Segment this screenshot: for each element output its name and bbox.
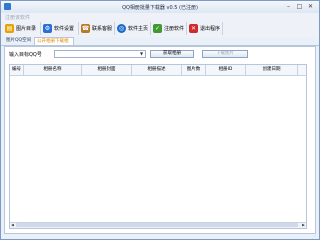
tab-strip: 图片QQ空间 公开相册下载相册 <box>1 37 319 52</box>
get-albums-button[interactable]: 获取相册 <box>150 50 194 58</box>
toolbar: ▤ 图片目录 ⚙ 软件设置 ☎ 联系客服 ◎ 软件主页 ✓ 注册软件 ✕ 退出程… <box>1 21 319 37</box>
exit-button[interactable]: ✕ 退出程序 <box>187 22 223 35</box>
register-icon: ✓ <box>153 24 162 33</box>
qq-number-combo[interactable]: ▼ <box>54 50 146 58</box>
column-header-name[interactable]: 相册名称 <box>24 65 82 75</box>
settings-icon: ⚙ <box>43 24 52 33</box>
menu-bar: 注册该软件 <box>1 13 319 21</box>
scroll-left-icon[interactable]: ◀ <box>10 223 15 227</box>
menu-item-register[interactable]: 注册该软件 <box>5 14 30 21</box>
folder-button[interactable]: ▤ 图片目录 <box>3 22 41 35</box>
horizontal-scrollbar[interactable]: ◀ ▶ <box>10 222 306 228</box>
column-header-album-id[interactable]: 相册ID <box>206 65 246 75</box>
globe-icon: ◎ <box>117 24 126 33</box>
minimize-icon[interactable]: – <box>284 2 293 11</box>
qq-number-label: 输入目标QQ号 <box>9 52 42 58</box>
chevron-down-icon[interactable]: ▼ <box>138 51 145 57</box>
tab-qzone-photos[interactable]: 图片QQ空间 <box>4 37 34 45</box>
main-window: QQ相册批量下载器 v0.5 (已注册) – □ ✕ 注册该软件 ▤ 图片目录 … <box>0 0 320 240</box>
contact-button[interactable]: ☎ 联系客服 <box>79 22 115 35</box>
contacts-icon: ☎ <box>81 24 90 33</box>
maximize-icon[interactable]: □ <box>295 2 304 11</box>
table-header: 编号 相册名称 相册封面 相册描述 图片数 相册ID 创建日期 <box>10 65 306 76</box>
download-images-button[interactable]: 下载图片 <box>202 50 248 58</box>
column-header-desc[interactable]: 相册描述 <box>132 65 182 75</box>
close-icon[interactable]: ✕ <box>306 2 315 11</box>
input-row: 输入目标QQ号 ▼ 获取相册 下载图片 <box>4 48 316 60</box>
resize-grip-icon[interactable]: ⋰ <box>312 234 317 239</box>
column-header-date[interactable]: 创建日期 <box>246 65 298 75</box>
register-button[interactable]: ✓ 注册软件 <box>151 22 187 35</box>
column-header-count[interactable]: 图片数 <box>182 65 206 75</box>
scroll-right-icon[interactable]: ▶ <box>301 223 306 227</box>
scrollbar-thumb[interactable] <box>16 223 298 227</box>
folder-icon: ▤ <box>5 24 14 33</box>
homepage-button[interactable]: ◎ 软件主页 <box>115 22 151 35</box>
tab-public-albums[interactable]: 公开相册下载相册 <box>34 37 74 52</box>
window-title: QQ相册批量下载器 v0.5 (已注册) <box>122 5 198 11</box>
settings-button[interactable]: ⚙ 软件设置 <box>41 22 79 35</box>
status-bar: ⋰ <box>1 234 319 239</box>
column-header-id[interactable]: 编号 <box>10 65 24 75</box>
column-header-cover[interactable]: 相册封面 <box>82 65 132 75</box>
exit-icon: ✕ <box>189 24 198 33</box>
album-table[interactable]: 编号 相册名称 相册封面 相册描述 图片数 相册ID 创建日期 ◀ ▶ <box>9 64 307 229</box>
